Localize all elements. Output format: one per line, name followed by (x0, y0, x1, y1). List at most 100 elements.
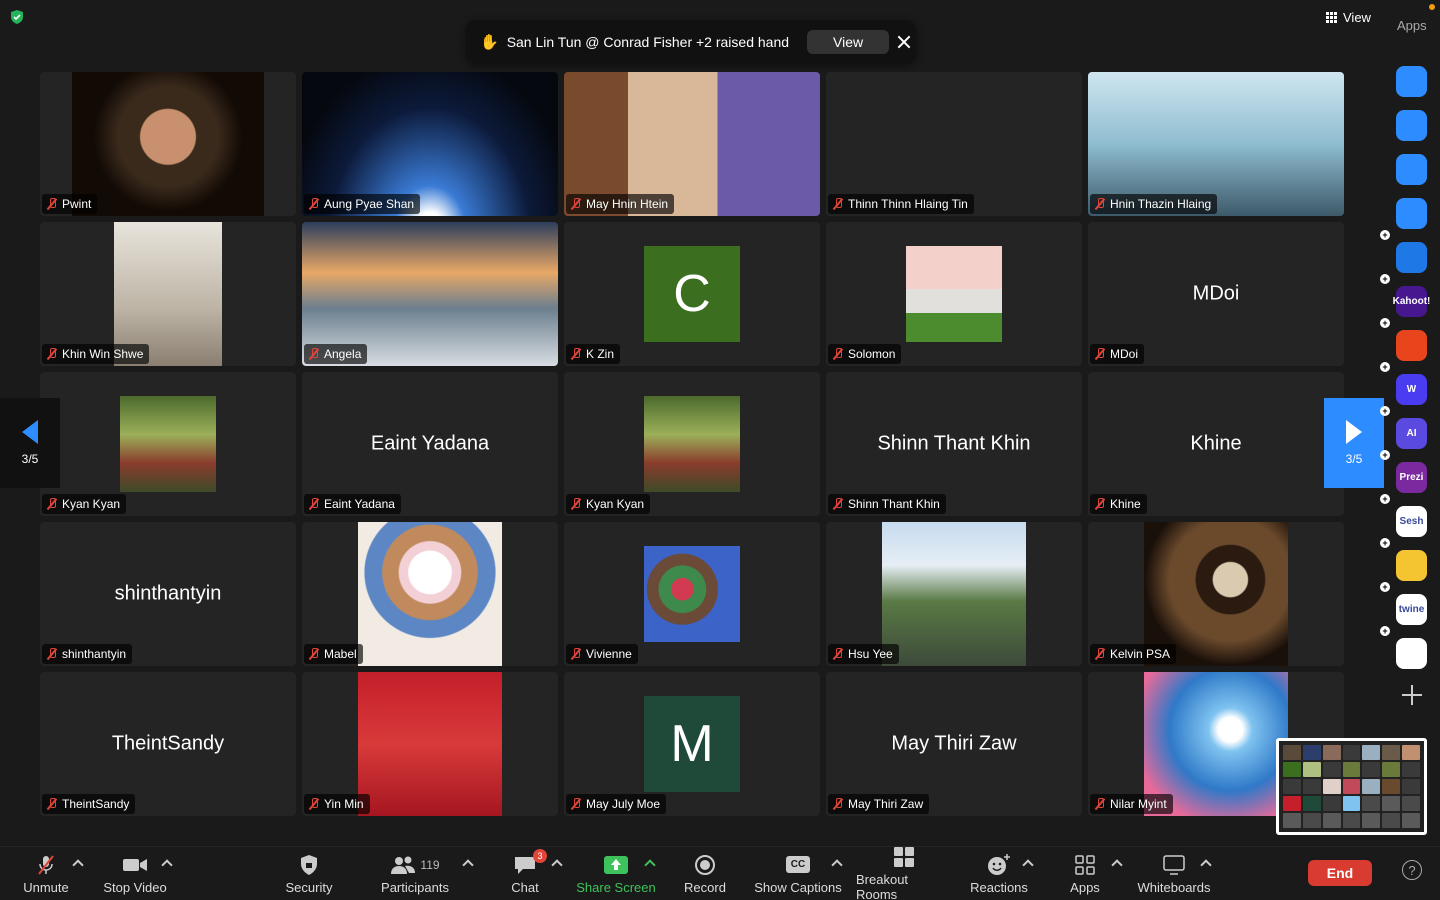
end-meeting-button[interactable]: End (1308, 860, 1372, 886)
participant-name-label: Eaint Yadana (304, 494, 401, 514)
participant-name: Hsu Yee (848, 647, 893, 661)
add-app-plus-icon[interactable]: + (1380, 582, 1390, 592)
add-app-plus-icon[interactable]: + (1380, 362, 1390, 372)
participant-name: TheintSandy (62, 797, 130, 811)
participant-tile[interactable]: Kyan Kyan (564, 372, 820, 516)
music-app-icon[interactable] (1396, 110, 1427, 141)
chat-unread-badge: 3 (533, 848, 547, 863)
security-label: Security (285, 879, 333, 895)
participant-tile[interactable]: Shinn Thant Khin Shinn Thant Khin (826, 372, 1082, 516)
whiteboard-app-icon[interactable]: + (1380, 318, 1427, 361)
participant-tile[interactable]: MDoi MDoi (1088, 222, 1344, 366)
participant-tile[interactable]: Hnin Thazin Hlaing (1088, 72, 1344, 216)
chat-button[interactable]: 3 Chat (508, 847, 547, 900)
avatar-app-icon[interactable] (1396, 198, 1427, 229)
participant-tile[interactable]: Yin Min (302, 672, 558, 816)
pitch-app-icon[interactable]: + (1380, 230, 1427, 273)
participant-tile[interactable]: Angela (302, 222, 558, 366)
participant-tile[interactable]: TheintSandy TheintSandy (40, 672, 296, 816)
microphone-muted-icon (1094, 198, 1106, 210)
notification-dot (1429, 4, 1435, 10)
participant-tile[interactable]: Mabel (302, 522, 558, 666)
participant-name-label: Kyan Kyan (42, 494, 127, 514)
participant-tile[interactable]: Eaint Yadana Eaint Yadana (302, 372, 558, 516)
add-app-plus-icon[interactable]: + (1380, 494, 1390, 504)
add-app-plus-icon[interactable]: + (1380, 538, 1390, 548)
raised-hand-view-button[interactable]: View (807, 29, 890, 54)
participant-name: Khin Win Shwe (62, 347, 144, 361)
thumbnail-tile (1302, 796, 1321, 811)
twine-app-icon[interactable]: twine + (1380, 582, 1427, 625)
audio-options-chevron-icon[interactable] (72, 859, 84, 871)
apps-chevron-icon[interactable] (1111, 859, 1123, 871)
participant-tile[interactable]: Hsu Yee (826, 522, 1082, 666)
participants-button[interactable]: 119 Participants (380, 847, 450, 900)
show-captions-label: Show Captions (754, 879, 842, 895)
previous-page-button[interactable]: 3/5 (0, 398, 60, 488)
app-label: Sesh (1399, 516, 1424, 527)
add-app-plus-icon[interactable]: + (1380, 230, 1390, 240)
unmute-button[interactable]: Unmute (22, 847, 70, 900)
participant-tile[interactable]: Thinn Thinn Hlaing Tin (826, 72, 1082, 216)
self-view-thumbnail[interactable] (1276, 738, 1427, 835)
microphone-muted-icon (308, 198, 320, 210)
sesh-app-icon[interactable]: Sesh + (1380, 494, 1427, 537)
emoji-app-icon[interactable]: + (1380, 538, 1427, 581)
thumbnail-tile (1382, 762, 1401, 777)
participants-chevron-icon[interactable] (462, 859, 474, 871)
participant-profile-photo (906, 246, 1002, 342)
help-icon[interactable]: ? (1402, 860, 1422, 880)
microphone-muted-icon (832, 498, 844, 510)
stop-video-button[interactable]: Stop Video (102, 847, 168, 900)
next-page-button[interactable]: 3/5 (1324, 398, 1384, 488)
security-button[interactable]: Security (282, 847, 336, 900)
participant-name-label: Thinn Thinn Hlaing Tin (828, 194, 974, 214)
participant-tile[interactable]: M May July Moe (564, 672, 820, 816)
apps-button[interactable]: Apps (1068, 847, 1102, 900)
participant-tile[interactable]: May Thiri Zaw May Thiri Zaw (826, 672, 1082, 816)
participant-tile[interactable]: Solomon (826, 222, 1082, 366)
participant-tile[interactable]: Pwint (40, 72, 296, 216)
timer-app-icon[interactable] (1396, 154, 1427, 185)
thumbnail-tile (1283, 813, 1301, 828)
thumbnail-tile (1322, 813, 1341, 828)
participant-name: Mabel (324, 647, 357, 661)
add-app-plus-icon[interactable]: + (1380, 406, 1390, 416)
participant-tile[interactable]: Khine Khine (1088, 372, 1344, 516)
reactions-button[interactable]: Reactions (970, 847, 1028, 900)
camera-app-icon[interactable] (1396, 66, 1427, 97)
participant-tile[interactable]: Khin Win Shwe (40, 222, 296, 366)
microphone-muted-icon (308, 798, 320, 810)
add-app-plus-icon[interactable]: + (1380, 626, 1390, 636)
ai-app-icon[interactable]: AI + (1380, 406, 1427, 449)
participant-name-label: TheintSandy (42, 794, 136, 814)
participant-tile[interactable]: Vivienne (564, 522, 820, 666)
add-app-icon[interactable] (1402, 685, 1422, 705)
close-icon[interactable] (897, 35, 902, 49)
view-menu-button[interactable]: View (1318, 6, 1379, 28)
add-app-plus-icon[interactable]: + (1380, 318, 1390, 328)
participant-tile[interactable]: C K Zin (564, 222, 820, 366)
share-screen-button[interactable]: Share Screen (576, 847, 656, 900)
record-button[interactable]: Record (682, 847, 728, 900)
participant-tile[interactable]: May Hnin Htein (564, 72, 820, 216)
blocks-app-icon[interactable]: + (1380, 626, 1427, 669)
prezi-app-icon[interactable]: Prezi + (1380, 450, 1427, 493)
encryption-shield-icon[interactable] (9, 9, 25, 25)
breakout-rooms-button[interactable]: Breakout Rooms (856, 847, 952, 900)
add-app-plus-icon[interactable]: + (1380, 450, 1390, 460)
participant-name: K Zin (586, 347, 615, 361)
wooclap-app-icon[interactable]: W + (1380, 362, 1427, 405)
participant-name-label: MDoi (1090, 344, 1145, 364)
whiteboards-button[interactable]: Whiteboards (1136, 847, 1212, 900)
chat-chevron-icon[interactable] (551, 859, 563, 871)
participant-tile[interactable]: Kyan Kyan (40, 372, 296, 516)
add-app-plus-icon[interactable]: + (1380, 274, 1390, 284)
show-captions-button[interactable]: CC Show Captions (754, 847, 842, 900)
participant-tile[interactable]: Aung Pyae Shan (302, 72, 558, 216)
participants-icon: 119 (390, 854, 440, 876)
participant-tile[interactable]: shinthantyin shinthantyin (40, 522, 296, 666)
participant-tile[interactable]: Kelvin PSA (1088, 522, 1344, 666)
thumbnail-tile (1283, 796, 1301, 811)
kahoot-app-icon[interactable]: Kahoot! + (1380, 274, 1430, 317)
